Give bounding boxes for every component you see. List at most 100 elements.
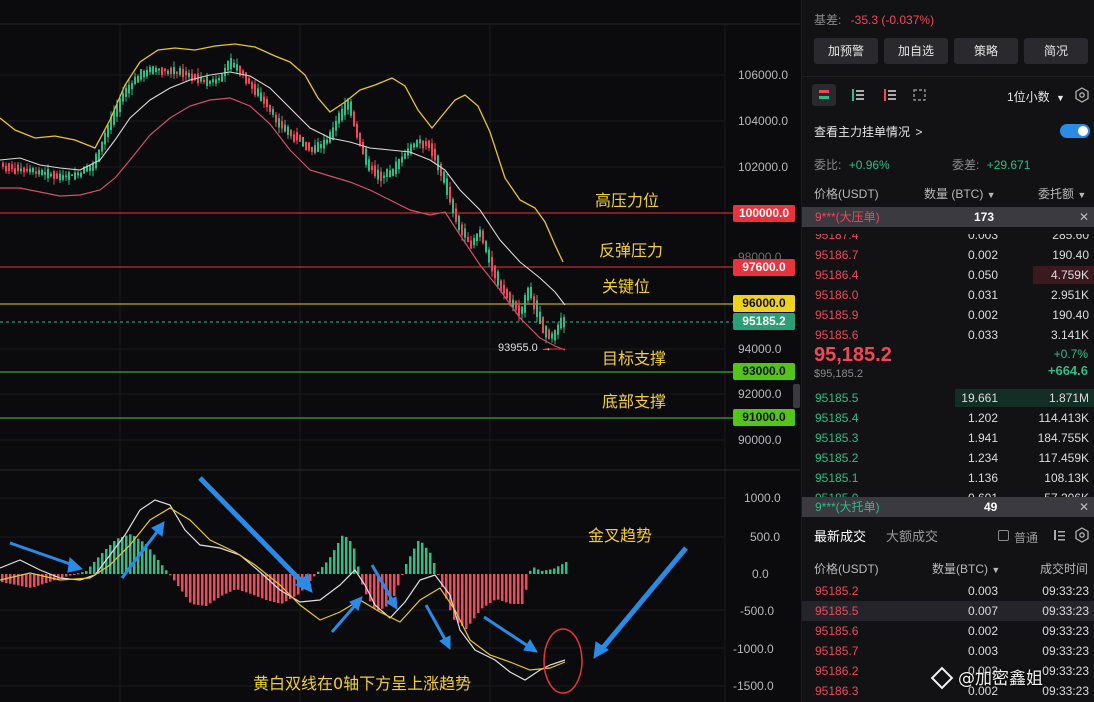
- ask-row[interactable]: 95185.6 0.033 3.141K: [802, 325, 1094, 345]
- trade-qty: 0.003: [967, 644, 998, 658]
- add-watchlist-button[interactable]: 加自选: [884, 38, 948, 64]
- orderbook-bids-view-icon[interactable]: [846, 84, 870, 106]
- candle-body: [263, 96, 265, 104]
- ask-row[interactable]: 95187.4 0.003 285.60: [802, 234, 1094, 245]
- trade-price: 95186.2: [815, 664, 859, 678]
- close-icon[interactable]: ✕: [1079, 207, 1089, 227]
- close-icon[interactable]: ✕: [1079, 497, 1089, 517]
- ask-amount: 190.40: [1052, 308, 1089, 322]
- candle-body: [137, 75, 139, 83]
- macd-tick: 500.0: [750, 530, 781, 544]
- candle-body: [416, 139, 418, 147]
- macd-bar: [325, 562, 328, 574]
- strategy-button[interactable]: 策略: [954, 38, 1018, 64]
- main-orders-toggle[interactable]: [1060, 124, 1090, 138]
- macd-bar: [365, 574, 368, 595]
- ob-header-qty-select[interactable]: 数量 (BTC) ▼: [924, 185, 996, 202]
- candle-body: [368, 159, 370, 171]
- candle-body: [170, 67, 172, 75]
- ob-header-amount-select[interactable]: 委托额 ▼: [1038, 185, 1086, 202]
- ask-price: 95186.7: [815, 248, 859, 262]
- macd-histogram: [1, 534, 568, 629]
- macd-tick: -1000.0: [733, 642, 774, 656]
- candle-body: [44, 172, 46, 175]
- macd-bar: [185, 574, 188, 598]
- bid-row[interactable]: 95185.2 1.234 117.459K: [802, 448, 1094, 468]
- ask-row[interactable]: 95185.9 0.002 190.40: [802, 305, 1094, 325]
- candle-body: [437, 155, 439, 171]
- candle-body: [482, 230, 484, 244]
- chevron-down-icon: ▼: [1056, 93, 1065, 103]
- candle-body: [389, 170, 391, 178]
- candle-body: [53, 171, 55, 179]
- macd-bar: [393, 574, 396, 596]
- macd-bar: [189, 574, 192, 603]
- candle-body: [224, 67, 226, 77]
- candle-body: [299, 134, 301, 142]
- macd-bar: [205, 574, 208, 606]
- normal-checkbox[interactable]: [998, 530, 1009, 541]
- macd-bar: [545, 570, 548, 574]
- macd-bar: [209, 574, 212, 604]
- macd-bar: [165, 570, 168, 574]
- candle-body: [284, 124, 286, 132]
- add-alert-button[interactable]: 加预警: [814, 38, 878, 64]
- ask-row[interactable]: 95186.0 0.031 2.951K: [802, 285, 1094, 305]
- level-label-97600: 97600.0: [733, 259, 795, 276]
- macd-bar: [181, 574, 184, 592]
- candle-body: [188, 72, 190, 78]
- candle-body: [302, 136, 304, 147]
- macd-bar: [89, 566, 92, 574]
- overview-button[interactable]: 简况: [1024, 38, 1088, 64]
- macd-bar: [261, 574, 264, 599]
- ask-row[interactable]: 95186.4 0.050 4.759K: [802, 265, 1094, 285]
- big-bid-banner[interactable]: 9***(大托单) 49 ✕: [802, 497, 1094, 517]
- bid-row[interactable]: 95185.1 1.136 108.13K: [802, 468, 1094, 488]
- filter-icon[interactable]: [1052, 528, 1066, 542]
- candle-body: [383, 175, 385, 178]
- settings-gear-icon[interactable]: [1074, 87, 1090, 103]
- candle-body: [173, 66, 175, 75]
- candle-body: [134, 76, 136, 85]
- trades-settings-icon[interactable]: [1074, 527, 1090, 543]
- chevron-right-icon: >: [915, 125, 923, 139]
- macd-bar: [317, 571, 320, 574]
- big-ask-banner[interactable]: 9***(大压单) 173 ✕: [802, 207, 1094, 227]
- tab-large-trades[interactable]: 大额成交: [886, 526, 938, 545]
- macd-bar: [489, 574, 492, 603]
- annotation-rebound-resistance: 反弹压力: [599, 241, 664, 260]
- bid-row[interactable]: 95185.4 1.202 114.413K: [802, 408, 1094, 428]
- candle-body: [491, 256, 493, 272]
- annotation-target-support: 目标支撑: [602, 349, 667, 368]
- candle-body: [101, 141, 103, 152]
- commission-ratio-value: +0.96%: [848, 158, 890, 172]
- candle-body: [401, 156, 403, 163]
- annotation-key-level: 关键位: [602, 277, 651, 296]
- tab-latest-trades[interactable]: 最新成交: [814, 526, 866, 545]
- main-orders-link[interactable]: 查看主力挂单情况 >: [814, 123, 922, 140]
- candle-body: [287, 126, 289, 135]
- candle-body: [317, 142, 319, 152]
- orderbook-asks-view-icon[interactable]: [878, 84, 902, 106]
- ob-header-qty: 数量 (BTC): [924, 187, 984, 201]
- kline-chart[interactable]: 106000.0 104000.0 102000.0 98000.0 94000…: [0, 0, 800, 702]
- ask-price: 95185.6: [815, 328, 859, 342]
- trades-header-qty-select[interactable]: 数量(BTC) ▼: [932, 560, 1000, 577]
- precision-select[interactable]: 1位小数 ▼: [1007, 88, 1065, 105]
- chart-scroll-handle[interactable]: [793, 384, 800, 408]
- orderbook-both-view-icon[interactable]: [812, 84, 836, 106]
- candle-body: [443, 171, 445, 183]
- ask-row[interactable]: 95186.7 0.002 190.40: [802, 245, 1094, 265]
- candle-body: [167, 70, 169, 75]
- level-label-93000: 93000.0: [733, 363, 795, 380]
- trade-time: 09:33:23: [1042, 584, 1089, 598]
- candle-body: [446, 178, 448, 195]
- bid-qty: 1.941: [967, 431, 998, 445]
- candle-body: [467, 236, 469, 243]
- macd-bar: [45, 574, 48, 583]
- bid-row[interactable]: 95185.3 1.941 184.755K: [802, 428, 1094, 448]
- macd-bar: [69, 574, 72, 576]
- bid-row[interactable]: 95185.5 19.661 1.871M: [802, 388, 1094, 408]
- popout-icon[interactable]: [908, 84, 932, 106]
- candle-body: [503, 284, 505, 294]
